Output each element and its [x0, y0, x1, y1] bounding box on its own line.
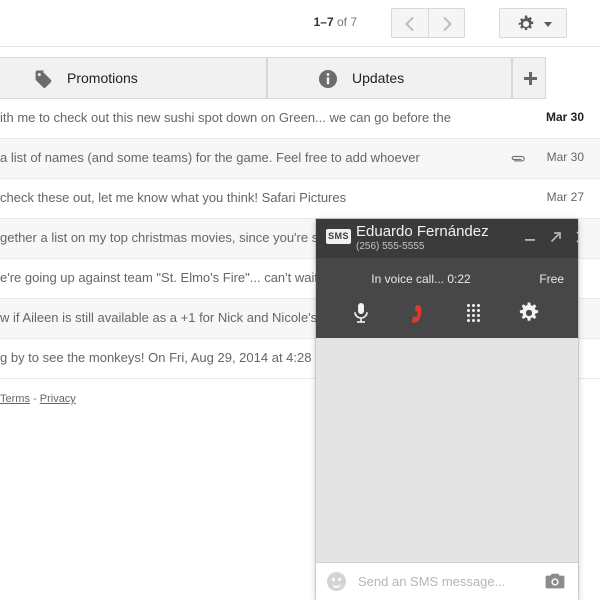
sms-badge: SMS [326, 229, 351, 244]
next-page-button[interactable] [428, 8, 465, 38]
sms-composer [316, 562, 578, 600]
plus-icon [524, 72, 537, 85]
pagination-total: of 7 [333, 15, 357, 29]
voice-call-bar: In voice call... 0:22 Free [316, 258, 578, 338]
close-icon [576, 231, 578, 243]
call-cost-label: Free [539, 272, 564, 286]
popout-arrow-icon [551, 232, 561, 242]
chevron-down-icon [544, 22, 552, 27]
table-row[interactable]: check these out, let me know what you th… [0, 179, 600, 219]
gear-icon [519, 302, 539, 321]
emoji-icon[interactable] [327, 572, 346, 591]
sms-contact-number: (256) 555-5555 [356, 241, 425, 252]
sms-chat-window: SMS Eduardo Fernández (256) 555-5555 In … [316, 219, 578, 600]
mail-snippet: ith me to check out this new sushi spot … [0, 110, 451, 125]
mail-snippet: a list of names (and some teams) for the… [0, 150, 420, 165]
dialpad-button[interactable] [456, 298, 490, 328]
mail-snippet: g by to see the monkeys! On Fri, Aug 29,… [0, 350, 312, 365]
tab-add-category-button[interactable] [512, 57, 546, 99]
sms-message-area [316, 338, 578, 562]
popout-button[interactable] [548, 229, 564, 248]
mail-date: Mar 30 [545, 110, 584, 124]
mail-snippet: gether a list on my top christmas movies… [0, 230, 319, 245]
table-row[interactable]: a list of names (and some teams) for the… [0, 139, 600, 179]
gear-icon [518, 15, 534, 31]
call-status-text: In voice call... 0:22 [371, 272, 471, 286]
minimize-icon [525, 239, 535, 241]
chevron-right-icon [443, 17, 452, 31]
camera-icon [545, 573, 565, 589]
mail-snippet: e're going up against team "St. Elmo's F… [0, 270, 318, 285]
call-settings-button[interactable] [512, 298, 546, 328]
sms-contact-name: Eduardo Fernández [356, 223, 489, 240]
microphone-icon [354, 303, 368, 323]
camera-button[interactable] [545, 573, 565, 589]
footer-links: Terms - Privacy [0, 393, 76, 405]
end-call-button[interactable] [400, 298, 434, 328]
tag-icon [35, 70, 52, 88]
pagination-count: 1–7 of 7 [314, 15, 357, 29]
minimize-button[interactable] [522, 229, 538, 248]
close-button[interactable] [574, 229, 578, 248]
table-row[interactable]: ith me to check out this new sushi spot … [0, 99, 600, 139]
mute-microphone-button[interactable] [344, 298, 378, 328]
sms-message-input[interactable] [356, 573, 540, 590]
info-icon [319, 70, 337, 88]
tab-updates-label: Updates [352, 70, 405, 86]
settings-button[interactable] [499, 8, 567, 38]
mail-snippet: w if Aileen is still available as a +1 f… [0, 310, 318, 325]
attachment-icon [511, 155, 525, 162]
pagination-range: 1–7 [313, 15, 334, 29]
tab-promotions-label: Promotions [67, 70, 138, 86]
tab-promotions[interactable]: Promotions [0, 57, 267, 99]
footer-separator: - [33, 393, 37, 405]
mail-date: Mar 30 [546, 150, 584, 164]
sms-window-titlebar[interactable]: SMS Eduardo Fernández (256) 555-5555 [316, 219, 578, 258]
emoji-smile [332, 581, 341, 588]
dialpad-icon [467, 304, 480, 322]
mail-date: Mar 27 [546, 190, 584, 204]
chevron-left-icon [405, 17, 414, 31]
tab-updates[interactable]: Updates [267, 57, 512, 99]
previous-page-button[interactable] [391, 8, 428, 38]
terms-link[interactable]: Terms [0, 393, 30, 405]
mail-snippet: check these out, let me know what you th… [0, 190, 347, 205]
privacy-link[interactable]: Privacy [40, 393, 76, 405]
hangup-phone-icon [411, 305, 422, 324]
inbox-tabs: Promotions Updates [0, 47, 600, 99]
mail-toolbar: 1–7 of 7 [0, 0, 600, 47]
